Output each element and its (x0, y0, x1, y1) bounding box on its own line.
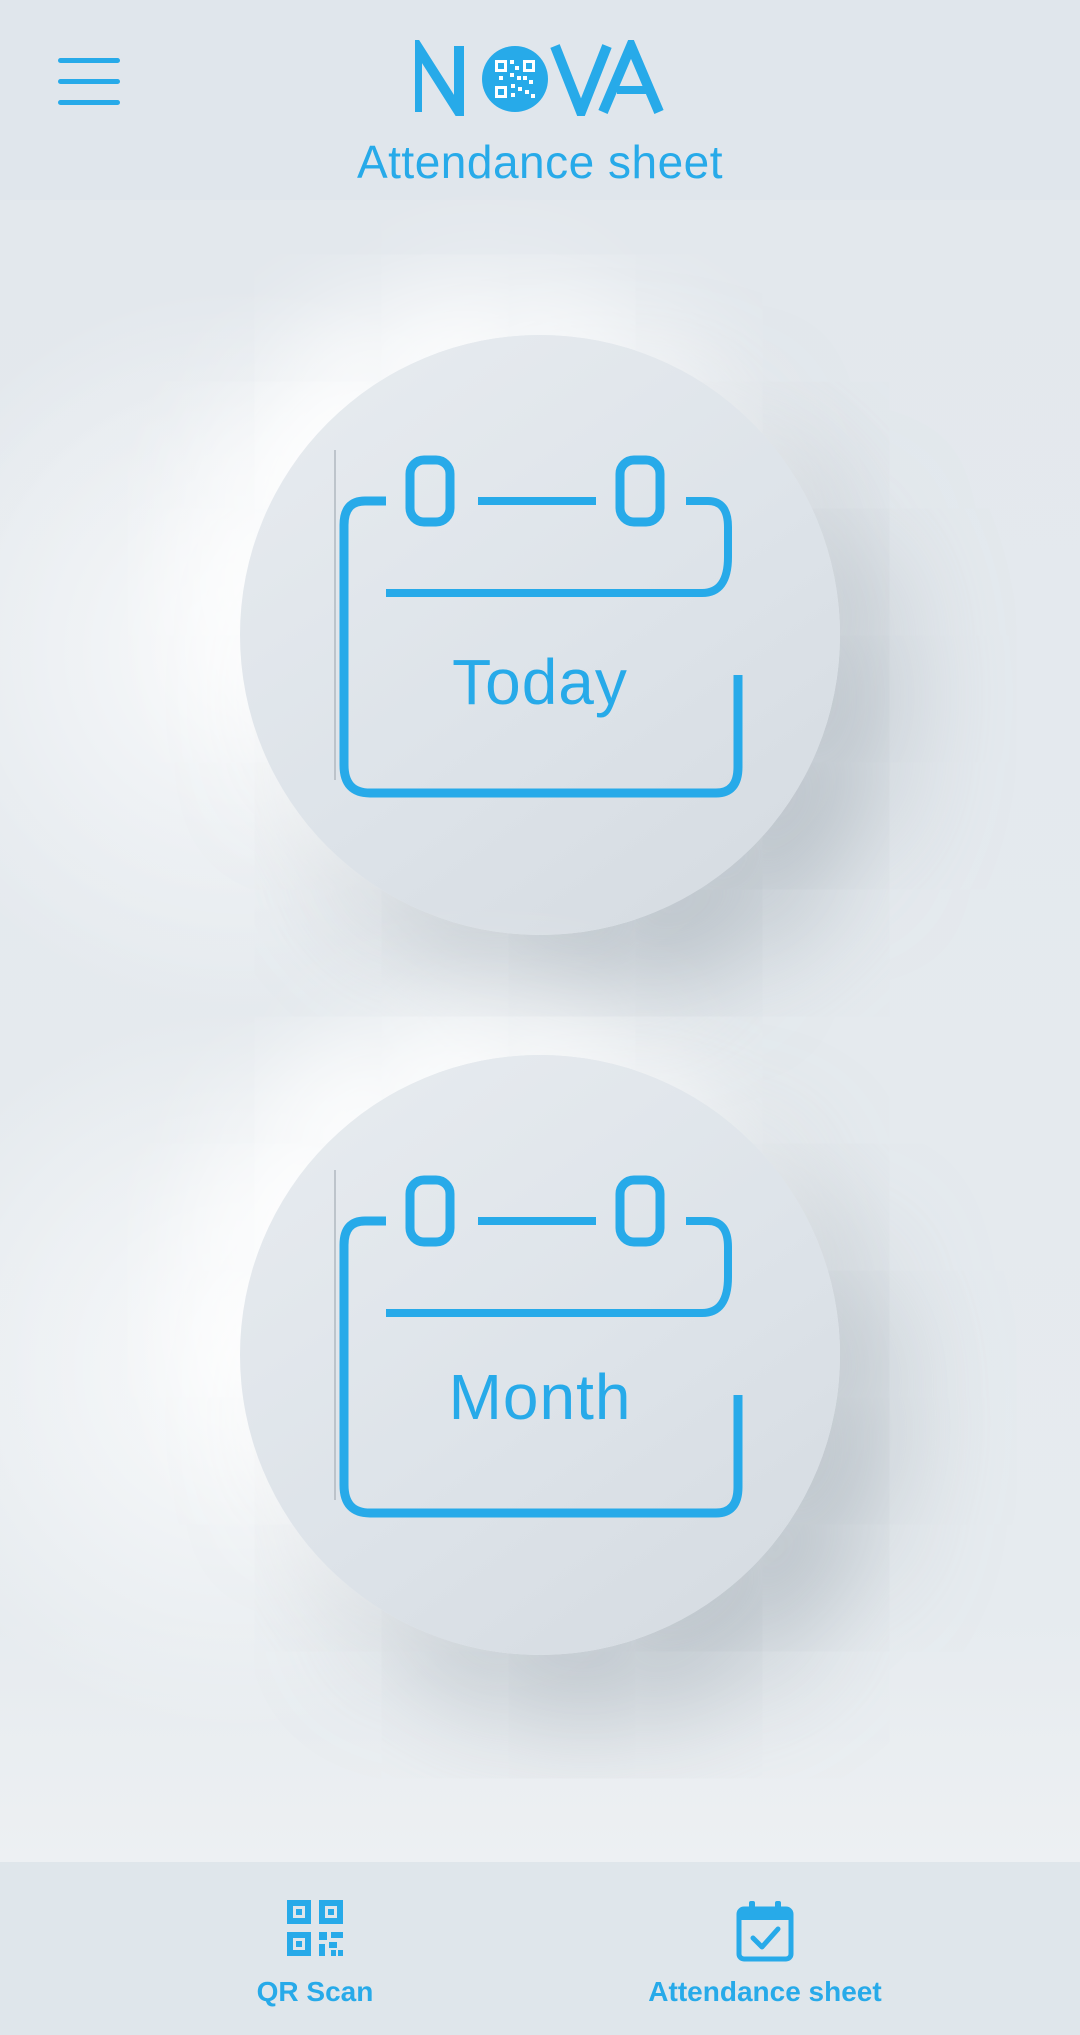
calendar-check-icon (736, 1901, 794, 1962)
menu-button[interactable] (58, 58, 120, 106)
header: Attendance sheet (0, 0, 1080, 200)
calendar-icon (334, 1170, 743, 1518)
nova-logo (415, 40, 664, 116)
month-button[interactable]: Month (240, 1055, 840, 1655)
nav-label-qr-scan: QR Scan (256, 1976, 374, 2007)
page-title: Attendance sheet (356, 136, 724, 188)
today-label: Today (452, 646, 628, 718)
qr-code-icon (287, 1900, 343, 1956)
nav-item-attendance-sheet[interactable]: Attendance sheet (625, 1862, 905, 2035)
nav-item-qr-scan[interactable]: QR Scan (180, 1862, 450, 2035)
app-screen: Attendance sheet Today Month QR Scan Att… (0, 0, 1080, 2035)
calendar-icon (334, 450, 743, 798)
nav-label-attendance-sheet: Attendance sheet (648, 1976, 882, 2007)
bottom-navigation: QR Scan Attendance sheet (0, 1862, 1080, 2035)
main-content: Today Month (0, 200, 1080, 1862)
today-button[interactable]: Today (240, 335, 840, 935)
month-label: Month (448, 1361, 632, 1433)
